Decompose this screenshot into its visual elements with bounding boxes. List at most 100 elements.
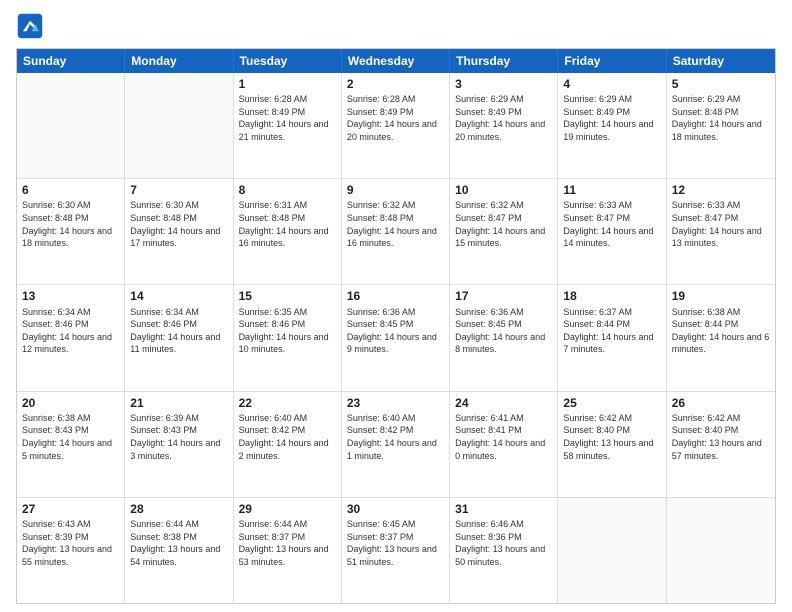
calendar-cell xyxy=(17,73,125,178)
day-number: 28 xyxy=(130,501,227,517)
day-number: 24 xyxy=(455,395,552,411)
cell-info: Sunrise: 6:46 AMSunset: 8:36 PMDaylight:… xyxy=(455,518,552,568)
calendar-cell: 24Sunrise: 6:41 AMSunset: 8:41 PMDayligh… xyxy=(450,392,558,497)
cell-info: Sunrise: 6:38 AMSunset: 8:44 PMDaylight:… xyxy=(672,306,770,356)
calendar-cell: 13 Sunrise: 6:34 AMSunset: 8:46 PMDayligh… xyxy=(17,285,125,390)
logo xyxy=(16,12,48,40)
calendar-cell: 31Sunrise: 6:46 AMSunset: 8:36 PMDayligh… xyxy=(450,498,558,603)
calendar-cell: 4Sunrise: 6:29 AMSunset: 8:49 PMDaylight… xyxy=(558,73,666,178)
cell-info: Sunrise: 6:37 AMSunset: 8:44 PMDaylight:… xyxy=(563,306,660,356)
logo-icon xyxy=(16,12,44,40)
cell-info: Sunrise: 6:40 AMSunset: 8:42 PMDaylight:… xyxy=(239,412,336,462)
calendar-cell xyxy=(558,498,666,603)
day-number: 19 xyxy=(672,288,770,304)
day-number: 26 xyxy=(672,395,770,411)
cell-info: Sunrise: 6:41 AMSunset: 8:41 PMDaylight:… xyxy=(455,412,552,462)
day-number: 5 xyxy=(672,76,770,92)
cell-info: Sunrise: 6:32 AMSunset: 8:47 PMDaylight:… xyxy=(455,199,552,249)
calendar-cell: 2Sunrise: 6:28 AMSunset: 8:49 PMDaylight… xyxy=(342,73,450,178)
calendar-cell: 15 Sunrise: 6:35 AMSunset: 8:46 PMDayligh… xyxy=(234,285,342,390)
calendar-row-3: 20Sunrise: 6:38 AMSunset: 8:43 PMDayligh… xyxy=(17,392,775,498)
day-number: 10 xyxy=(455,182,552,198)
cell-info: Sunrise: 6:42 AMSunset: 8:40 PMDaylight:… xyxy=(672,412,770,462)
calendar-cell: 12Sunrise: 6:33 AMSunset: 8:47 PMDayligh… xyxy=(667,179,775,284)
cell-info: Sunrise: 6:36 AMSunset: 8:45 PMDaylight:… xyxy=(347,306,444,356)
calendar-cell: 16 Sunrise: 6:36 AMSunset: 8:45 PMDayligh… xyxy=(342,285,450,390)
day-number: 16 xyxy=(347,288,444,304)
day-number: 20 xyxy=(22,395,119,411)
day-number: 15 xyxy=(239,288,336,304)
calendar-cell: 9Sunrise: 6:32 AMSunset: 8:48 PMDaylight… xyxy=(342,179,450,284)
calendar-cell: 28Sunrise: 6:44 AMSunset: 8:38 PMDayligh… xyxy=(125,498,233,603)
cell-info: Sunrise: 6:45 AMSunset: 8:37 PMDaylight:… xyxy=(347,518,444,568)
day-number: 2 xyxy=(347,76,444,92)
calendar-row-4: 27Sunrise: 6:43 AMSunset: 8:39 PMDayligh… xyxy=(17,498,775,603)
weekday-header-tuesday: Tuesday xyxy=(234,49,342,73)
calendar-cell: 29Sunrise: 6:44 AMSunset: 8:37 PMDayligh… xyxy=(234,498,342,603)
day-number: 4 xyxy=(563,76,660,92)
weekday-header-sunday: Sunday xyxy=(17,49,125,73)
calendar-cell: 27Sunrise: 6:43 AMSunset: 8:39 PMDayligh… xyxy=(17,498,125,603)
day-number: 30 xyxy=(347,501,444,517)
cell-info: Sunrise: 6:32 AMSunset: 8:48 PMDaylight:… xyxy=(347,199,444,249)
cell-info: Sunrise: 6:44 AMSunset: 8:37 PMDaylight:… xyxy=(239,518,336,568)
calendar-row-2: 13 Sunrise: 6:34 AMSunset: 8:46 PMDayligh… xyxy=(17,285,775,391)
day-number: 27 xyxy=(22,501,119,517)
cell-info: Sunrise: 6:40 AMSunset: 8:42 PMDaylight:… xyxy=(347,412,444,462)
weekday-header-monday: Monday xyxy=(125,49,233,73)
cell-info: Sunrise: 6:39 AMSunset: 8:43 PMDaylight:… xyxy=(130,412,227,462)
day-number: 1 xyxy=(239,76,336,92)
day-number: 21 xyxy=(130,395,227,411)
day-number: 17 xyxy=(455,288,552,304)
day-number: 11 xyxy=(563,182,660,198)
day-number: 25 xyxy=(563,395,660,411)
day-number: 7 xyxy=(130,182,227,198)
calendar-cell: 11Sunrise: 6:33 AMSunset: 8:47 PMDayligh… xyxy=(558,179,666,284)
cell-info: Sunrise: 6:31 AMSunset: 8:48 PMDaylight:… xyxy=(239,199,336,249)
cell-info: Sunrise: 6:33 AMSunset: 8:47 PMDaylight:… xyxy=(563,199,660,249)
weekday-header-saturday: Saturday xyxy=(667,49,775,73)
page: SundayMondayTuesdayWednesdayThursdayFrid… xyxy=(0,0,792,612)
weekday-header-thursday: Thursday xyxy=(450,49,558,73)
calendar: SundayMondayTuesdayWednesdayThursdayFrid… xyxy=(16,48,776,604)
cell-info: Sunrise: 6:28 AMSunset: 8:49 PMDaylight:… xyxy=(347,93,444,143)
calendar-cell: 1Sunrise: 6:28 AMSunset: 8:49 PMDaylight… xyxy=(234,73,342,178)
day-number: 29 xyxy=(239,501,336,517)
cell-info: Sunrise: 6:34 AMSunset: 8:46 PMDaylight:… xyxy=(130,306,227,356)
day-number: 9 xyxy=(347,182,444,198)
calendar-header: SundayMondayTuesdayWednesdayThursdayFrid… xyxy=(17,49,775,73)
calendar-cell: 3Sunrise: 6:29 AMSunset: 8:49 PMDaylight… xyxy=(450,73,558,178)
day-number: 3 xyxy=(455,76,552,92)
calendar-cell xyxy=(125,73,233,178)
cell-info: Sunrise: 6:36 AMSunset: 8:45 PMDaylight:… xyxy=(455,306,552,356)
day-number: 6 xyxy=(22,182,119,198)
calendar-cell: 7Sunrise: 6:30 AMSunset: 8:48 PMDaylight… xyxy=(125,179,233,284)
cell-info: Sunrise: 6:28 AMSunset: 8:49 PMDaylight:… xyxy=(239,93,336,143)
day-number: 18 xyxy=(563,288,660,304)
calendar-cell: 30Sunrise: 6:45 AMSunset: 8:37 PMDayligh… xyxy=(342,498,450,603)
day-number: 22 xyxy=(239,395,336,411)
cell-info: Sunrise: 6:35 AMSunset: 8:46 PMDaylight:… xyxy=(239,306,336,356)
calendar-cell: 8Sunrise: 6:31 AMSunset: 8:48 PMDaylight… xyxy=(234,179,342,284)
cell-info: Sunrise: 6:43 AMSunset: 8:39 PMDaylight:… xyxy=(22,518,119,568)
day-number: 12 xyxy=(672,182,770,198)
cell-info: Sunrise: 6:29 AMSunset: 8:48 PMDaylight:… xyxy=(672,93,770,143)
calendar-row-1: 6 Sunrise: 6:30 AMSunset: 8:48 PMDaylight… xyxy=(17,179,775,285)
calendar-cell: 25Sunrise: 6:42 AMSunset: 8:40 PMDayligh… xyxy=(558,392,666,497)
calendar-cell xyxy=(667,498,775,603)
weekday-header-wednesday: Wednesday xyxy=(342,49,450,73)
cell-info: Sunrise: 6:29 AMSunset: 8:49 PMDaylight:… xyxy=(455,93,552,143)
calendar-cell: 23Sunrise: 6:40 AMSunset: 8:42 PMDayligh… xyxy=(342,392,450,497)
calendar-cell: 10Sunrise: 6:32 AMSunset: 8:47 PMDayligh… xyxy=(450,179,558,284)
calendar-cell: 18 Sunrise: 6:37 AMSunset: 8:44 PMDayligh… xyxy=(558,285,666,390)
cell-info: Sunrise: 6:30 AMSunset: 8:48 PMDaylight:… xyxy=(130,199,227,249)
day-number: 8 xyxy=(239,182,336,198)
day-number: 13 xyxy=(22,288,119,304)
cell-info: Sunrise: 6:34 AMSunset: 8:46 PMDaylight:… xyxy=(22,306,119,356)
calendar-cell: 14 Sunrise: 6:34 AMSunset: 8:46 PMDayligh… xyxy=(125,285,233,390)
calendar-cell: 5Sunrise: 6:29 AMSunset: 8:48 PMDaylight… xyxy=(667,73,775,178)
calendar-cell: 20Sunrise: 6:38 AMSunset: 8:43 PMDayligh… xyxy=(17,392,125,497)
day-number: 14 xyxy=(130,288,227,304)
cell-info: Sunrise: 6:29 AMSunset: 8:49 PMDaylight:… xyxy=(563,93,660,143)
calendar-cell: 26Sunrise: 6:42 AMSunset: 8:40 PMDayligh… xyxy=(667,392,775,497)
